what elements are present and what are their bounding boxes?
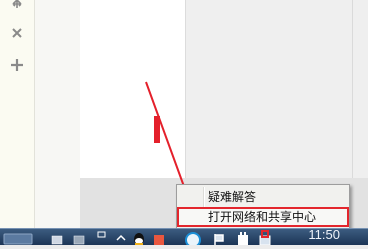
taskbar-clock[interactable]: 11:50 bbox=[308, 227, 340, 242]
menu-item-troubleshoot[interactable]: 疑难解答 bbox=[177, 187, 349, 207]
security-icon[interactable] bbox=[185, 229, 201, 248]
chevron-up-icon[interactable] bbox=[116, 229, 126, 245]
drive-icon[interactable] bbox=[72, 229, 86, 245]
menu-item-open-network-sharing-center[interactable]: 打开网络和共享中心 bbox=[177, 207, 349, 227]
flag-icon[interactable] bbox=[212, 229, 226, 245]
window-icon[interactable] bbox=[97, 229, 107, 245]
taskbar-button[interactable] bbox=[0, 229, 36, 245]
menu-item-label: 疑难解答 bbox=[208, 190, 257, 204]
network-icon[interactable] bbox=[257, 229, 273, 246]
window-icon[interactable] bbox=[50, 229, 64, 245]
network-context-menu: 疑难解答 打开网络和共享中心 bbox=[176, 184, 350, 230]
taskbar: 11:50 bbox=[0, 227, 368, 248]
menu-item-label: 打开网络和共享中心 bbox=[208, 210, 317, 224]
power-icon[interactable] bbox=[236, 229, 250, 245]
sogou-icon[interactable] bbox=[152, 229, 166, 245]
qq-icon[interactable] bbox=[132, 229, 146, 245]
